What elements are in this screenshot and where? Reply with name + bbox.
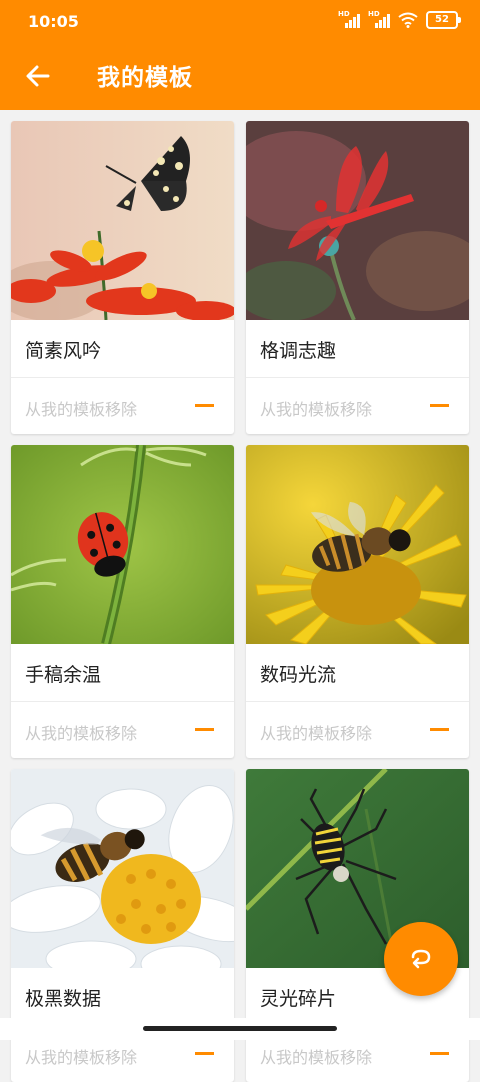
template-name: 简素风吟 bbox=[25, 340, 102, 362]
template-name: 极黑数据 bbox=[25, 988, 102, 1010]
template-card[interactable]: 格调志趣 从我的模板移除 bbox=[246, 121, 469, 434]
template-thumbnail-bee-yellow bbox=[246, 445, 469, 644]
remove-minus-icon[interactable] bbox=[430, 728, 449, 731]
template-card[interactable]: 数码光流 从我的模板移除 bbox=[246, 445, 469, 758]
template-thumbnail-butterfly bbox=[11, 121, 234, 320]
remove-minus-icon[interactable] bbox=[195, 728, 214, 731]
template-thumbnail-bee-daisy bbox=[11, 769, 234, 968]
signal-icon: HD bbox=[368, 10, 390, 28]
remove-minus-icon[interactable] bbox=[430, 404, 449, 407]
divider bbox=[246, 701, 469, 702]
page-title: 我的模板 bbox=[97, 65, 193, 91]
remove-from-templates-label[interactable]: 从我的模板移除 bbox=[25, 720, 137, 744]
remove-minus-icon[interactable] bbox=[430, 1052, 449, 1055]
home-indicator[interactable] bbox=[143, 1026, 337, 1031]
refresh-swap-icon bbox=[411, 949, 431, 969]
remove-minus-icon[interactable] bbox=[195, 1052, 214, 1055]
template-name: 格调志趣 bbox=[260, 340, 337, 362]
remove-minus-icon[interactable] bbox=[195, 404, 214, 407]
remove-from-templates-label[interactable]: 从我的模板移除 bbox=[260, 720, 372, 744]
back-arrow-icon[interactable] bbox=[24, 62, 52, 90]
status-time: 10:05 bbox=[28, 12, 79, 31]
app-bar: 我的模板 bbox=[0, 44, 480, 110]
wifi-icon bbox=[398, 12, 418, 28]
divider bbox=[11, 701, 234, 702]
divider bbox=[246, 377, 469, 378]
floating-action-button[interactable] bbox=[384, 922, 458, 996]
template-name: 数码光流 bbox=[260, 664, 337, 686]
template-thumbnail-dragonfly bbox=[246, 121, 469, 320]
template-card[interactable]: 简素风吟 从我的模板移除 bbox=[11, 121, 234, 434]
signal-icon: HD bbox=[338, 10, 360, 28]
status-bar: 10:05 HD HD 52 bbox=[0, 0, 480, 44]
template-thumbnail-ladybug bbox=[11, 445, 234, 644]
remove-from-templates-label[interactable]: 从我的模板移除 bbox=[25, 396, 137, 420]
status-icons: HD HD 52 bbox=[338, 10, 461, 29]
remove-from-templates-label[interactable]: 从我的模板移除 bbox=[25, 1044, 137, 1068]
template-name: 手稿余温 bbox=[25, 664, 102, 686]
template-card[interactable]: 手稿余温 从我的模板移除 bbox=[11, 445, 234, 758]
remove-from-templates-label[interactable]: 从我的模板移除 bbox=[260, 1044, 372, 1068]
remove-from-templates-label[interactable]: 从我的模板移除 bbox=[260, 396, 372, 420]
battery-icon: 52 bbox=[426, 11, 461, 29]
divider bbox=[11, 377, 234, 378]
template-name: 灵光碎片 bbox=[260, 988, 337, 1010]
